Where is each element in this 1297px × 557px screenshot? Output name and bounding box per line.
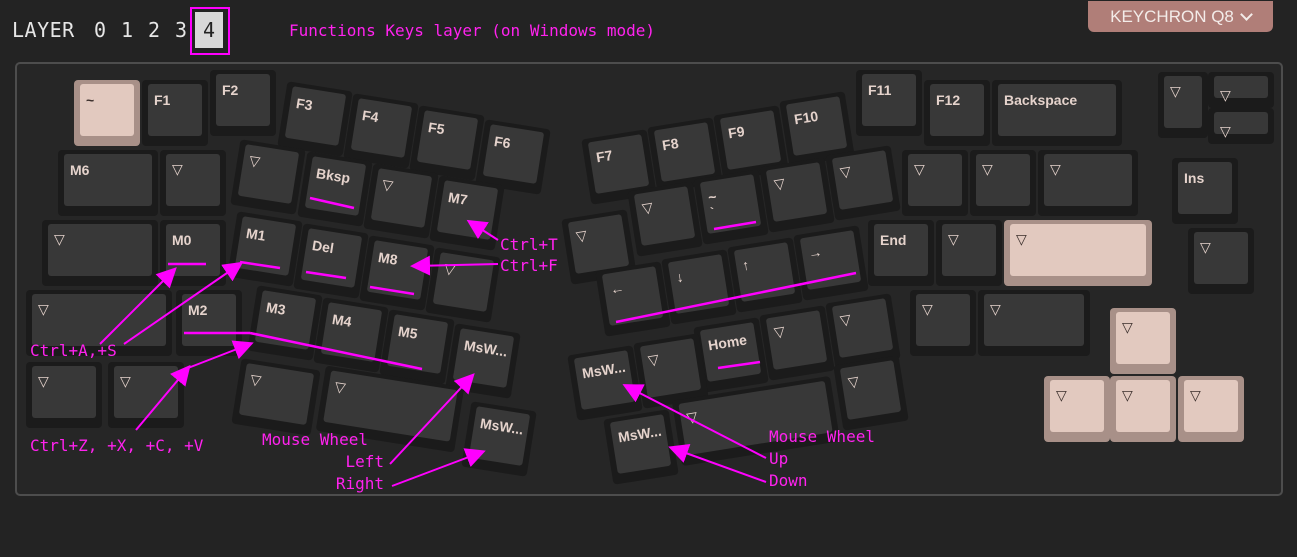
key-trans[interactable]: ▽	[363, 163, 439, 239]
layer-3-button[interactable]: 3	[171, 18, 191, 42]
key-trans[interactable]: ▽	[230, 139, 306, 215]
key-f5[interactable]: F5	[409, 105, 485, 181]
key-trans[interactable]: ▽	[1208, 108, 1274, 144]
key-nav-right[interactable]: ▽	[1178, 376, 1244, 442]
annotation-ctrl-as: Ctrl+A,+S	[30, 341, 117, 360]
layer-1-button[interactable]: 1	[117, 18, 137, 42]
key-trans[interactable]: ▽	[759, 157, 835, 233]
annotation-ctrl-zxcv: Ctrl+Z, +X, +C, +V	[30, 436, 204, 455]
key-mswheel-right[interactable]: MsW...	[461, 401, 537, 477]
key-trans[interactable]: ▽	[978, 290, 1090, 356]
key-trans[interactable]: ▽	[1158, 72, 1208, 138]
annotation-mouse-wheel-right-title: Mouse Wheel	[769, 427, 875, 446]
key-arrow-left[interactable]: ←	[595, 261, 671, 337]
layer-4-button[interactable]: 4	[195, 12, 223, 48]
key-arrow-up[interactable]: ↑	[727, 237, 803, 313]
key-mswheel-down[interactable]: MsW...	[603, 409, 679, 485]
key-nav-up[interactable]: ▽	[1110, 308, 1176, 374]
key-nav-left[interactable]: ▽	[1044, 376, 1110, 442]
model-selector-label: KEYCHRON Q8	[1110, 6, 1234, 26]
key-trans[interactable]: ▽	[936, 220, 1002, 286]
key-m7[interactable]: M7	[429, 175, 505, 251]
key-m5[interactable]: M5	[379, 309, 455, 385]
key-m8[interactable]: M8	[359, 235, 435, 311]
key-trans[interactable]: ▽	[1038, 150, 1138, 216]
key-f4[interactable]: F4	[343, 93, 419, 169]
chevron-down-icon	[1240, 7, 1253, 21]
key-m0[interactable]: M0	[160, 220, 226, 286]
key-trans[interactable]: ▽	[902, 150, 968, 216]
layer-description: Functions Keys layer (on Windows mode)	[289, 21, 656, 40]
key-trans[interactable]: ▽	[1208, 72, 1274, 108]
key-trans[interactable]: ▽	[231, 358, 321, 436]
annotation-ctrl-t: Ctrl+T	[500, 235, 558, 254]
key-trans[interactable]: ▽	[759, 305, 835, 381]
key-trans[interactable]: ▽	[108, 362, 184, 428]
key-trans[interactable]: ▽	[425, 247, 501, 323]
key-trans[interactable]: ▽	[42, 220, 158, 286]
key-f1[interactable]: F1	[142, 80, 208, 146]
key-end[interactable]: End	[868, 220, 934, 286]
annotation-mouse-wheel-right: Right	[335, 474, 384, 493]
key-f3[interactable]: F3	[277, 81, 353, 157]
key-tilde-backtick[interactable]: ~ `	[693, 169, 769, 245]
layer-2-button[interactable]: 2	[144, 18, 164, 42]
key-arrow-right[interactable]: →	[793, 225, 869, 301]
key-m4[interactable]: M4	[313, 297, 389, 373]
layer-0-button[interactable]: 0	[90, 18, 110, 42]
key-bksp[interactable]: Bksp	[297, 151, 373, 227]
key-enter[interactable]: ▽	[1004, 220, 1152, 286]
key-mswheel-up[interactable]: MsW...	[567, 345, 643, 421]
annotation-mouse-wheel-up: Up	[769, 449, 789, 468]
key-m6[interactable]: M6	[58, 150, 158, 216]
key-trans[interactable]: ▽	[833, 355, 909, 431]
key-trans[interactable]: ▽	[160, 150, 226, 216]
key-f11[interactable]: F11	[856, 70, 922, 136]
key-f12[interactable]: F12	[924, 80, 990, 146]
key-backspace[interactable]: Backspace	[992, 80, 1122, 146]
key-nav-down[interactable]: ▽	[1110, 376, 1176, 442]
annotation-mouse-wheel-down: Down	[769, 471, 808, 490]
model-selector-button[interactable]: KEYCHRON Q8	[1088, 1, 1273, 32]
key-f2[interactable]: F2	[210, 70, 276, 136]
key-arrow-down[interactable]: ↓	[661, 249, 737, 325]
annotation-mouse-wheel-left: Left	[345, 452, 384, 471]
layer-label: LAYER	[12, 18, 75, 42]
key-trans[interactable]: ▽	[910, 290, 976, 356]
key-trans[interactable]: ▽	[627, 181, 703, 257]
key-m2[interactable]: M2	[176, 290, 242, 356]
key-m1[interactable]: M1	[227, 211, 303, 287]
key-ins[interactable]: Ins	[1172, 158, 1238, 224]
key-tilde[interactable]: ~	[74, 80, 140, 146]
key-trans[interactable]: ▽	[825, 145, 901, 221]
key-del[interactable]: Del	[293, 223, 369, 299]
annotation-ctrl-f: Ctrl+F	[500, 256, 558, 275]
key-trans[interactable]: ▽	[26, 362, 102, 428]
key-trans[interactable]: ▽	[1188, 228, 1254, 294]
key-m3[interactable]: M3	[247, 285, 323, 361]
annotation-mouse-wheel-left-title: Mouse Wheel	[262, 430, 368, 449]
key-trans[interactable]: ▽	[970, 150, 1036, 216]
